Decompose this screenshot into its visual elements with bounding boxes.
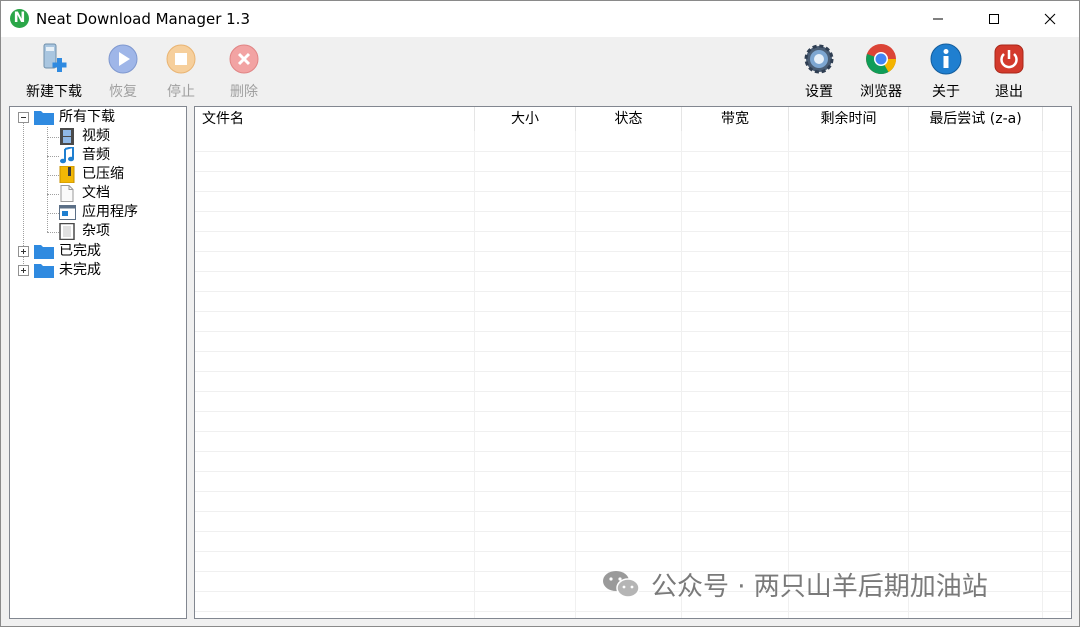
row-gridline (195, 231, 1071, 232)
row-gridline (195, 151, 1071, 152)
folder-icon (34, 245, 54, 259)
watermark-text: 公众号 · 两只山羊后期加油站 (651, 571, 988, 602)
row-gridline (195, 411, 1071, 412)
app-logo-icon: N (10, 9, 29, 28)
column-header-size[interactable]: 大小 (475, 107, 575, 131)
maximize-icon (989, 14, 999, 24)
maximize-button[interactable] (971, 1, 1017, 37)
tree-item-incomplete[interactable]: 未完成 (10, 261, 184, 280)
row-gridline (195, 431, 1071, 432)
settings-button[interactable]: 设置 (786, 43, 852, 103)
tree-item-compressed[interactable]: 已压缩 (10, 165, 184, 184)
expand-icon[interactable] (18, 246, 29, 257)
column-header-bandwidth[interactable]: 带宽 (682, 107, 788, 131)
info-icon (930, 43, 962, 75)
tree-item-video[interactable]: 视频 (10, 127, 184, 146)
row-gridline (195, 271, 1071, 272)
row-gridline (195, 471, 1071, 472)
row-gridline (195, 311, 1071, 312)
row-gridline (195, 251, 1071, 252)
delete-button[interactable]: 删除 (211, 43, 277, 103)
app-window: N Neat Download Manager 1.3 新建下载 恢复 停止 删… (0, 0, 1080, 627)
column-header-time-left[interactable]: 剩余时间 (789, 107, 908, 131)
row-gridline (195, 371, 1071, 372)
film-icon (60, 128, 74, 145)
column-divider[interactable] (1042, 107, 1043, 131)
category-tree: 所有下载 视频 音频 已压缩 文档 应用程序 杂项 已完成 未完成 (9, 106, 187, 619)
row-gridline (195, 171, 1071, 172)
row-gridline (195, 491, 1071, 492)
document-icon (60, 185, 74, 202)
application-icon (59, 205, 76, 220)
chrome-icon (866, 44, 896, 75)
gear-icon (804, 44, 834, 74)
row-gridline (195, 391, 1071, 392)
row-gridline (195, 611, 1071, 612)
new-download-icon (43, 43, 67, 72)
column-header-filename[interactable]: 文件名 (202, 107, 244, 131)
column-gridline (575, 131, 576, 618)
row-gridline (195, 191, 1071, 192)
column-gridline (908, 131, 909, 618)
tree-item-audio[interactable]: 音频 (10, 146, 184, 165)
tree-item-misc[interactable]: 杂项 (10, 222, 184, 241)
collapse-icon[interactable] (18, 112, 29, 123)
minimize-icon (933, 18, 943, 20)
title-bar: N Neat Download Manager 1.3 (1, 1, 1079, 37)
list-header: 文件名 大小 状态 带宽 剩余时间 最后尝试 (z-a) (195, 107, 1071, 131)
row-gridline (195, 291, 1071, 292)
column-header-last-try[interactable]: 最后尝试 (z-a) (909, 107, 1042, 131)
exit-button[interactable]: 退出 (976, 43, 1042, 103)
row-gridline (195, 451, 1071, 452)
close-icon (1044, 13, 1056, 25)
folder-icon (34, 111, 54, 125)
toolbar: 新建下载 恢复 停止 删除 设置 浏览器 关于 退出 (1, 37, 1079, 105)
wechat-icon (603, 571, 640, 598)
archive-icon (59, 166, 75, 183)
column-gridline (474, 131, 475, 618)
row-gridline (195, 211, 1071, 212)
browser-button[interactable]: 浏览器 (848, 43, 914, 103)
row-gridline (195, 531, 1071, 532)
watermark: 公众号 · 两只山羊后期加油站 (601, 566, 988, 602)
row-gridline (195, 351, 1071, 352)
tree-item-all-downloads[interactable]: 所有下载 (10, 108, 184, 127)
stop-icon (166, 44, 196, 74)
play-icon (108, 44, 138, 74)
delete-icon (229, 44, 259, 74)
stop-button[interactable]: 停止 (148, 43, 214, 103)
tree-item-programs[interactable]: 应用程序 (10, 203, 184, 222)
column-header-status[interactable]: 状态 (576, 107, 681, 131)
tree-item-documents[interactable]: 文档 (10, 184, 184, 203)
column-gridline (1042, 131, 1043, 618)
folder-icon (34, 264, 54, 278)
row-gridline (195, 331, 1071, 332)
power-icon (994, 44, 1024, 74)
expand-icon[interactable] (18, 265, 29, 276)
window-title: Neat Download Manager 1.3 (36, 10, 250, 28)
resume-button[interactable]: 恢复 (90, 43, 156, 103)
row-gridline (195, 511, 1071, 512)
tree-item-completed[interactable]: 已完成 (10, 242, 184, 261)
row-gridline (195, 551, 1071, 552)
new-download-button[interactable]: 新建下载 (21, 43, 87, 103)
minimize-button[interactable] (915, 1, 961, 37)
close-button[interactable] (1027, 1, 1073, 37)
about-button[interactable]: 关于 (913, 43, 979, 103)
column-gridline (788, 131, 789, 618)
music-note-icon (60, 147, 74, 164)
column-gridline (681, 131, 682, 618)
download-list[interactable]: 文件名 大小 状态 带宽 剩余时间 最后尝试 (z-a) (194, 106, 1072, 619)
misc-file-icon (59, 223, 75, 240)
